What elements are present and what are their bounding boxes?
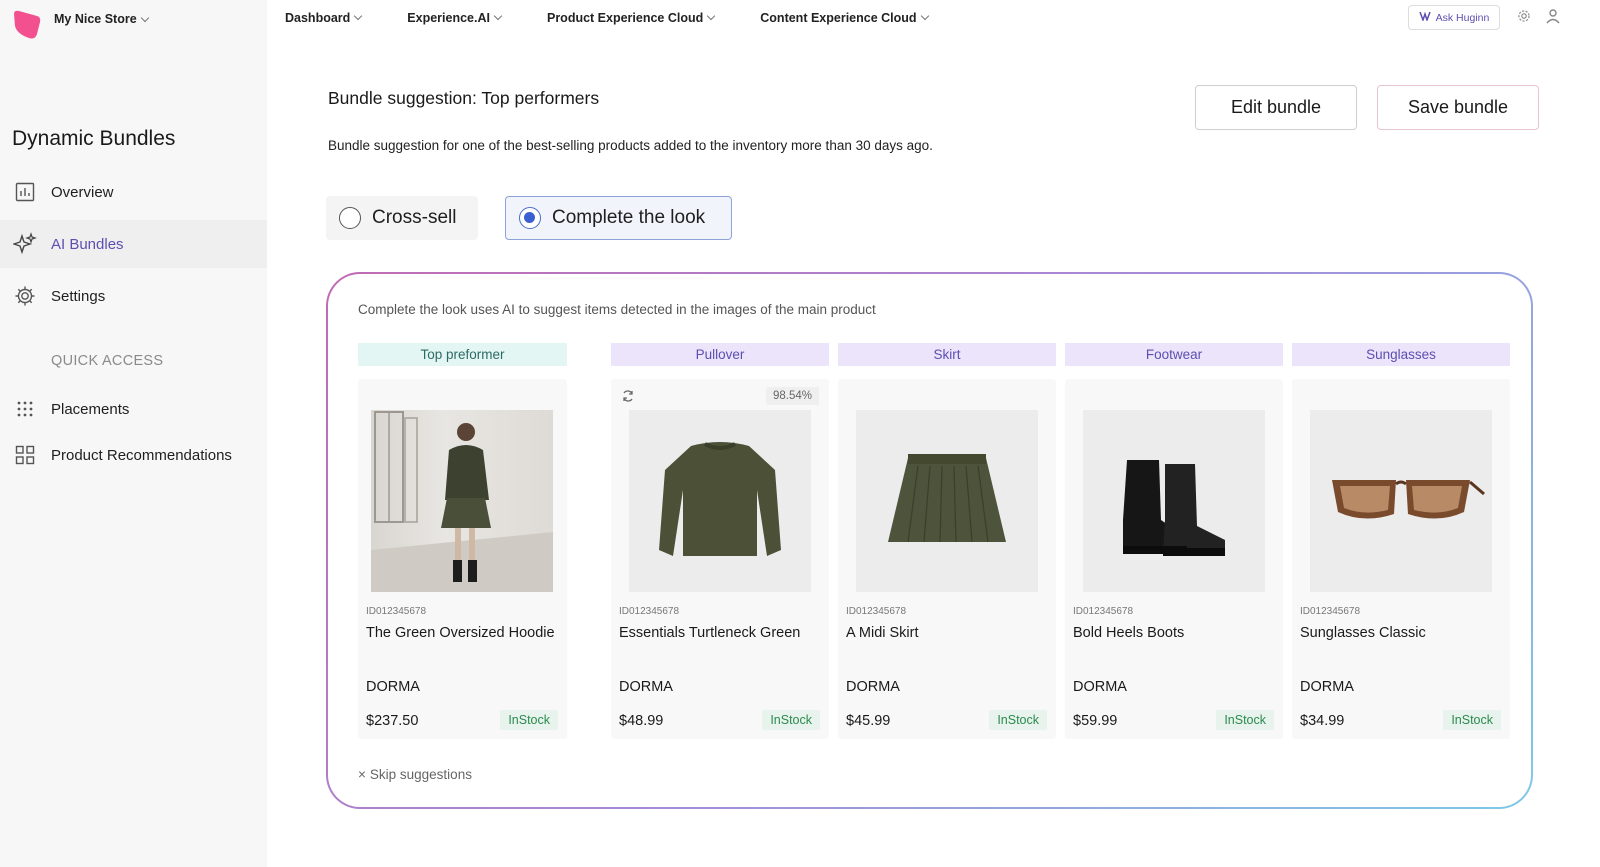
store-name: My Nice Store bbox=[54, 12, 149, 26]
product-sku: ID012345678 bbox=[619, 606, 680, 617]
product-name: The Green Oversized Hoodie bbox=[366, 625, 555, 641]
product-card-footwear[interactable]: ID012345678 Bold Heels Boots DORMA $59.9… bbox=[1065, 379, 1283, 739]
product-price: $34.99 bbox=[1300, 713, 1345, 729]
huginn-logo-icon bbox=[1418, 11, 1431, 24]
settings-gear-icon[interactable] bbox=[1516, 8, 1532, 29]
refresh-icon[interactable] bbox=[621, 389, 635, 408]
stock-badge: InStock bbox=[762, 710, 820, 730]
radio-label: Complete the look bbox=[552, 207, 706, 228]
chevron-down-icon bbox=[920, 11, 929, 21]
product-sku: ID012345678 bbox=[846, 606, 907, 617]
close-icon: × bbox=[358, 767, 366, 782]
sidebar-item-placements[interactable]: Placements bbox=[0, 385, 267, 433]
chart-icon bbox=[12, 179, 38, 205]
product-sku: ID012345678 bbox=[1073, 606, 1134, 617]
nav-product-experience-cloud[interactable]: Product Experience Cloud bbox=[547, 11, 716, 25]
panel-note: Complete the look uses AI to suggest ite… bbox=[358, 302, 876, 317]
product-price: $237.50 bbox=[366, 713, 419, 729]
product-card-skirt[interactable]: ID012345678 A Midi Skirt DORMA $45.99 In… bbox=[838, 379, 1056, 739]
product-sku: ID012345678 bbox=[366, 606, 427, 617]
nav-experience-ai[interactable]: Experience.AI bbox=[407, 11, 503, 25]
product-name: Bold Heels Boots bbox=[1073, 625, 1185, 641]
product-name: Essentials Turtleneck Green bbox=[619, 625, 801, 641]
gear-icon bbox=[12, 283, 38, 309]
product-name: A Midi Skirt bbox=[846, 625, 919, 641]
suggestion-panel: Complete the look uses AI to suggest ite… bbox=[326, 272, 1533, 809]
ask-huginn-label: Ask Huginn bbox=[1435, 11, 1490, 24]
ask-huginn-button[interactable]: Ask Huginn bbox=[1408, 5, 1500, 30]
widgets-icon bbox=[12, 442, 38, 468]
complete-the-look-radio[interactable]: Complete the look bbox=[505, 196, 732, 240]
nav-content-experience-cloud[interactable]: Content Experience Cloud bbox=[760, 11, 929, 25]
top-navigation: Dashboard Experience.AI Product Experien… bbox=[285, 11, 974, 25]
product-name: Sunglasses Classic bbox=[1300, 625, 1426, 641]
product-card-pullover[interactable]: 98.54% ID012345678 Essentials Turtleneck… bbox=[611, 379, 829, 739]
sidebar-item-product-recommendations[interactable]: Product Recommendations bbox=[0, 431, 267, 479]
product-price: $45.99 bbox=[846, 713, 891, 729]
quick-access-heading: QUICK ACCESS bbox=[51, 353, 164, 369]
column-header-footwear: Footwear bbox=[1065, 343, 1283, 366]
chevron-down-icon bbox=[140, 13, 149, 23]
sidebar-title: Dynamic Bundles bbox=[12, 127, 176, 150]
radio-label: Cross-sell bbox=[372, 207, 457, 228]
product-image bbox=[1083, 410, 1265, 592]
product-brand: DORMA bbox=[1073, 679, 1127, 695]
column-header-sunglasses: Sunglasses bbox=[1292, 343, 1510, 366]
sidebar-item-ai-bundles[interactable]: AI Bundles bbox=[0, 220, 267, 268]
store-logo-icon bbox=[14, 10, 41, 39]
chevron-down-icon bbox=[354, 11, 363, 21]
product-brand: DORMA bbox=[846, 679, 900, 695]
edit-bundle-button[interactable]: Edit bundle bbox=[1195, 85, 1357, 130]
product-image bbox=[371, 410, 553, 592]
stock-badge: InStock bbox=[500, 710, 558, 730]
product-card-main[interactable]: ID012345678 The Green Oversized Hoodie D… bbox=[358, 379, 567, 739]
skip-suggestions-link[interactable]: × Skip suggestions bbox=[358, 767, 472, 782]
stock-badge: InStock bbox=[1216, 710, 1274, 730]
product-brand: DORMA bbox=[366, 679, 420, 695]
sidebar-item-label: Product Recommendations bbox=[51, 446, 232, 464]
product-image bbox=[1310, 410, 1492, 592]
product-price: $59.99 bbox=[1073, 713, 1118, 729]
sidebar-item-label: Placements bbox=[51, 400, 130, 418]
bundle-description: Bundle suggestion for one of the best-se… bbox=[328, 138, 933, 153]
product-image bbox=[856, 410, 1038, 592]
radio-selected-icon bbox=[519, 207, 541, 229]
sparkle-icon bbox=[12, 231, 38, 257]
dots-grid-icon bbox=[12, 396, 38, 422]
product-sku: ID012345678 bbox=[1300, 606, 1361, 617]
cross-sell-radio[interactable]: Cross-sell bbox=[326, 196, 478, 240]
sidebar-item-label: AI Bundles bbox=[51, 235, 124, 253]
product-brand: DORMA bbox=[1300, 679, 1354, 695]
sidebar-item-settings[interactable]: Settings bbox=[0, 272, 267, 320]
product-brand: DORMA bbox=[619, 679, 673, 695]
product-price: $48.99 bbox=[619, 713, 664, 729]
column-header-pullover: Pullover bbox=[611, 343, 829, 366]
column-header-top-performer: Top preformer bbox=[358, 343, 567, 366]
sidebar: My Nice Store Dynamic Bundles Overview A… bbox=[0, 0, 267, 867]
sidebar-item-overview[interactable]: Overview bbox=[0, 168, 267, 216]
store-switcher[interactable]: My Nice Store bbox=[12, 8, 149, 40]
radio-unselected-icon bbox=[339, 207, 361, 229]
sidebar-item-label: Overview bbox=[51, 183, 114, 201]
ai-confidence-score: 98.54% bbox=[765, 387, 819, 405]
save-bundle-button[interactable]: Save bundle bbox=[1377, 85, 1539, 130]
user-icon[interactable] bbox=[1545, 8, 1561, 29]
page-title: Bundle suggestion: Top performers bbox=[328, 88, 600, 108]
chevron-down-icon bbox=[707, 11, 716, 21]
stock-badge: InStock bbox=[989, 710, 1047, 730]
chevron-down-icon bbox=[493, 11, 503, 21]
product-card-sunglasses[interactable]: ID012345678 Sunglasses Classic DORMA $34… bbox=[1292, 379, 1510, 739]
sidebar-item-label: Settings bbox=[51, 287, 106, 305]
column-header-skirt: Skirt bbox=[838, 343, 1056, 366]
stock-badge: InStock bbox=[1443, 710, 1501, 730]
product-image bbox=[629, 410, 811, 592]
nav-dashboard[interactable]: Dashboard bbox=[285, 11, 363, 25]
